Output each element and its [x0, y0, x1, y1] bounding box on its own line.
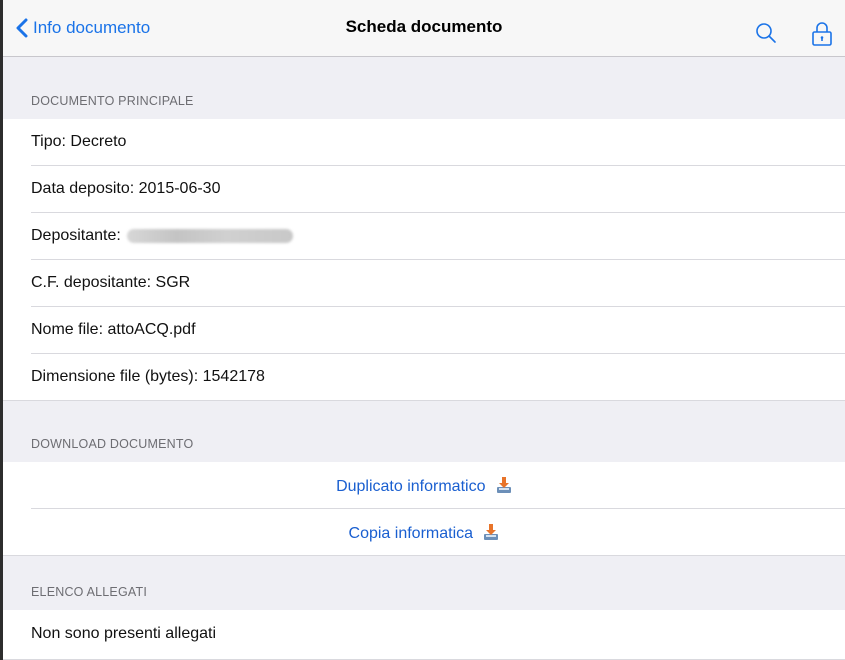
doc-file-size: Dimensione file (bytes): 1542178: [31, 368, 265, 385]
download-duplicate-row[interactable]: Duplicato informatico: [3, 462, 845, 509]
section-header-label: DOWNLOAD DOCUMENTO: [31, 437, 194, 451]
list-item: Data deposito: 2015-06-30: [3, 166, 845, 213]
chevron-left-icon: [16, 18, 28, 38]
download-duplicate-button[interactable]: Duplicato informatico: [3, 476, 845, 496]
search-icon[interactable]: [755, 22, 777, 44]
download-duplicate-label: Duplicato informatico: [336, 478, 486, 495]
list-item: Tipo: Decreto: [3, 119, 845, 166]
section-header-download: DOWNLOAD DOCUMENTO: [3, 401, 845, 462]
download-copy-button[interactable]: Copia informatica: [3, 523, 845, 543]
navigation-bar: Info documento Scheda documento: [3, 0, 845, 57]
section-header-attachments: ELENCO ALLEGATI: [3, 556, 845, 610]
download-icon: [496, 477, 511, 493]
back-button-label: Info documento: [33, 18, 151, 37]
section-header-label: DOCUMENTO PRINCIPALE: [31, 94, 194, 108]
lock-icon[interactable]: [811, 21, 833, 47]
download-icon: [484, 524, 499, 540]
doc-depositor-cf: C.F. depositante: SGR: [31, 274, 191, 291]
doc-file-name: Nome file: attoACQ.pdf: [31, 321, 196, 338]
doc-type: Tipo: Decreto: [31, 133, 127, 150]
redacted-name: [126, 228, 293, 243]
list-item: Non sono presenti allegati: [3, 610, 845, 660]
section-header-main: DOCUMENTO PRINCIPALE: [3, 57, 845, 119]
list-item: Depositante:: [3, 213, 845, 260]
doc-deposit-date: Data deposito: 2015-06-30: [31, 180, 221, 197]
download-copy-row[interactable]: Copia informatica: [3, 509, 845, 556]
list-item: C.F. depositante: SGR: [3, 260, 845, 307]
download-copy-label: Copia informatica: [348, 525, 474, 542]
doc-depositor-label: Depositante:: [31, 227, 121, 244]
doc-depositor: Depositante:: [31, 227, 293, 245]
no-attachments-text: Non sono presenti allegati: [31, 625, 217, 642]
back-button[interactable]: Info documento: [16, 15, 150, 41]
list-item: Dimensione file (bytes): 1542178: [3, 354, 845, 401]
section-header-label: ELENCO ALLEGATI: [31, 585, 148, 599]
list-item: Nome file: attoACQ.pdf: [3, 307, 845, 354]
